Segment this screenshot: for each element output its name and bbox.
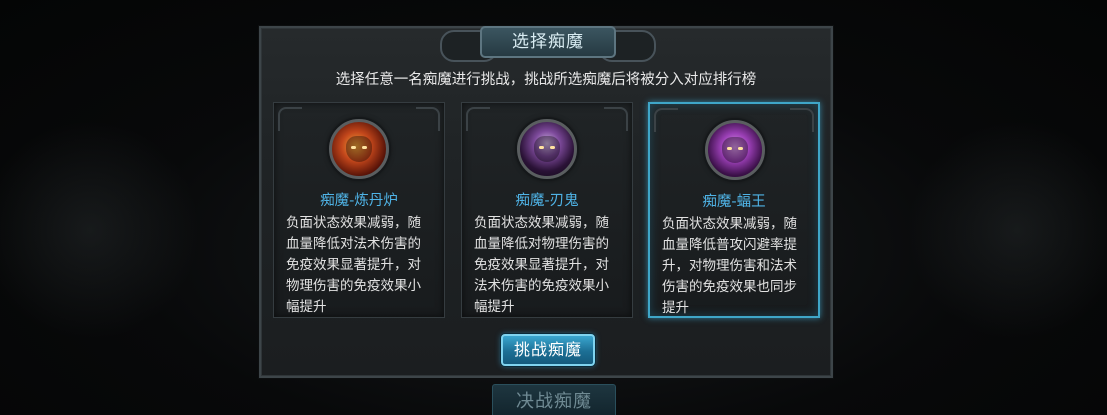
portrait-eye (362, 146, 367, 149)
portrait-face (534, 136, 560, 162)
blade-ghost-portrait-icon (517, 119, 577, 179)
demon-card-blade-ghost[interactable]: 痴魔-刃鬼 负面状态效果减弱，随血量降低对物理伤害的免疫效果显著提升，对法术伤害… (461, 102, 633, 318)
card-corner-ornament (654, 108, 678, 132)
portrait-face (722, 137, 748, 163)
card-corner-ornament (790, 108, 814, 132)
dialog-title: 选择痴魔 (480, 26, 616, 58)
portrait-eye (351, 146, 356, 149)
dialog-instructions: 选择任意一名痴魔进行挑战，挑战所选痴魔后将被分入对应排行榜 (335, 72, 757, 88)
card-corner-ornament (416, 107, 440, 131)
card-corner-ornament (466, 107, 490, 131)
demon-description: 负面状态效果减弱，随血量降低普攻闪避率提升，对物理伤害和法术伤害的免疫效果也同步… (662, 216, 797, 316)
card-corner-ornament (604, 107, 628, 131)
portrait-eye (539, 146, 544, 149)
portrait-face (346, 136, 372, 162)
game-screen: 决战痴魔 选择痴魔 选择任意一名痴魔进行挑战，挑战所选痴魔后将被分入对应排行榜 … (0, 0, 1107, 415)
portrait-eye (727, 147, 732, 150)
decisive-battle-button[interactable]: 决战痴魔 (492, 384, 616, 415)
demon-name: 痴魔-刃鬼 (515, 193, 579, 209)
demon-name: 痴魔-蝠王 (702, 194, 766, 210)
alchemy-furnace-portrait-icon (329, 119, 389, 179)
demon-description: 负面状态效果减弱，随血量降低对法术伤害的免疫效果显著提升，对物理伤害的免疫效果小… (286, 215, 421, 315)
dialog-title-plate: 选择痴魔 (440, 24, 656, 64)
background-figure-left (0, 120, 200, 340)
bat-king-portrait-icon (705, 120, 765, 180)
background-figure-right (907, 120, 1107, 340)
demon-card-alchemy-furnace[interactable]: 痴魔-炼丹炉 负面状态效果减弱，随血量降低对法术伤害的免疫效果显著提升，对物理伤… (273, 102, 445, 318)
demon-card-bat-king[interactable]: 痴魔-蝠王 负面状态效果减弱，随血量降低普攻闪避率提升，对物理伤害和法术伤害的免… (648, 102, 820, 318)
portrait-eye (738, 147, 743, 150)
challenge-demon-button[interactable]: 挑战痴魔 (501, 334, 595, 366)
demon-description: 负面状态效果减弱，随血量降低对物理伤害的免疫效果显著提升，对法术伤害的免疫效果小… (474, 215, 609, 315)
portrait-eye (550, 146, 555, 149)
select-demon-dialog: 选择痴魔 选择任意一名痴魔进行挑战，挑战所选痴魔后将被分入对应排行榜 痴魔-炼丹… (259, 26, 833, 378)
card-corner-ornament (278, 107, 302, 131)
demon-name: 痴魔-炼丹炉 (320, 193, 398, 209)
